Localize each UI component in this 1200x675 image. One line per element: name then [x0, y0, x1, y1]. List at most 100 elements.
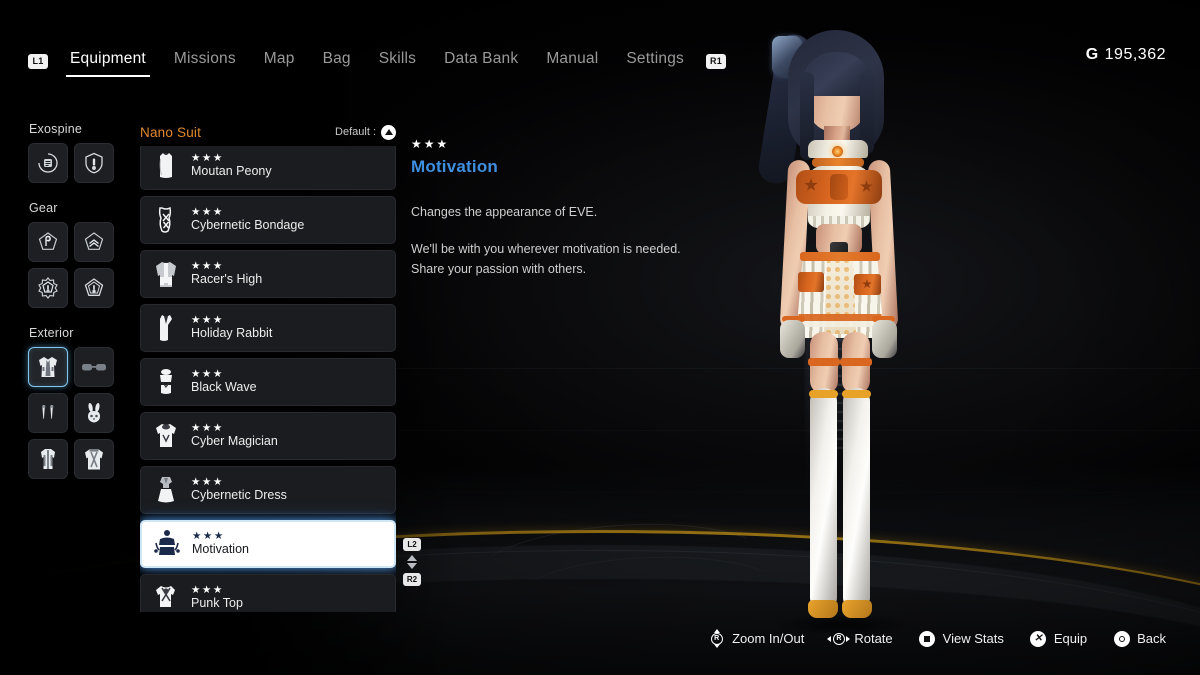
detail-item-title: Motivation — [411, 157, 711, 177]
item-name: Cybernetic Dress — [191, 489, 287, 503]
slot-exterior-jacket[interactable] — [74, 439, 114, 479]
equipment-slot-sidebar: Exospine — [28, 122, 132, 497]
list-item-info: ★★★ Motivation — [192, 531, 249, 556]
tab-equipment[interactable]: Equipment — [56, 46, 160, 77]
hint-equip[interactable]: ✕ Equip — [1030, 630, 1087, 647]
gear-pentagon-badge-icon — [82, 276, 106, 300]
bumper-l1-icon[interactable]: L1 — [28, 54, 48, 69]
item-name: Holiday Rabbit — [191, 327, 272, 341]
list-item-selected[interactable]: ★★★ Motivation — [140, 520, 396, 568]
item-name: Punk Top — [191, 597, 243, 611]
stocking-band-right — [842, 390, 871, 398]
currency-amount: 195,362 — [1105, 46, 1166, 63]
trigger-l2-icon[interactable]: L2 — [403, 538, 421, 551]
tank-top-icon — [149, 147, 183, 185]
stocking-left — [810, 388, 837, 606]
exterior-jacket-icon — [82, 446, 106, 472]
glove-left — [780, 320, 805, 358]
detail-rarity-stars: ★★★ — [411, 138, 711, 150]
exterior-bunny-mask-icon — [82, 401, 106, 425]
racing-jacket-icon — [149, 255, 183, 293]
list-item[interactable]: ★★★ Cybernetic Dress — [140, 466, 396, 514]
square-button-icon — [919, 630, 936, 647]
item-rarity-stars: ★★★ — [191, 369, 257, 380]
slot-gear-beta[interactable] — [28, 222, 68, 262]
arrow-up-icon — [407, 555, 417, 561]
dress-icon — [149, 471, 183, 509]
slot-exterior-coat[interactable] — [28, 439, 68, 479]
hint-label: Back — [1137, 631, 1166, 646]
exterior-earrings-icon — [36, 401, 60, 425]
list-item[interactable]: ★★★ Holiday Rabbit — [140, 304, 396, 352]
trigger-r2-icon[interactable]: R2 — [403, 573, 421, 586]
circle-button-icon — [1113, 630, 1130, 647]
tab-map[interactable]: Map — [250, 46, 309, 77]
list-item[interactable]: ★★★ Moutan Peony — [140, 146, 396, 190]
stocking-right — [843, 388, 870, 606]
slot-exterior-nanosuit[interactable] — [28, 347, 68, 387]
exterior-coat-icon — [36, 446, 60, 472]
item-name: Cyber Magician — [191, 435, 278, 449]
item-name: Racer's High — [191, 273, 262, 287]
triangle-button-icon[interactable] — [381, 125, 396, 140]
hint-back[interactable]: Back — [1113, 630, 1166, 647]
sidebar-group-title-exospine: Exospine — [29, 122, 132, 136]
gear-burst-badge-icon — [36, 276, 60, 300]
list-item[interactable]: ★★★ Cybernetic Bondage — [140, 196, 396, 244]
hint-label: Zoom In/Out — [732, 631, 804, 646]
sidebar-group-title-exterior: Exterior — [29, 326, 132, 340]
list-item[interactable]: ★★★ Cyber Magician — [140, 412, 396, 460]
list-item[interactable]: ★★★ Punk Top — [140, 574, 396, 612]
bunny-suit-icon — [149, 309, 183, 347]
list-item[interactable]: ★★★ Black Wave — [140, 358, 396, 406]
top-navigation-bar: L1 Equipment Missions Map Bag Skills Dat… — [0, 40, 1200, 82]
list-item-info: ★★★ Punk Top — [191, 585, 243, 610]
list-item-info: ★★★ Moutan Peony — [191, 153, 272, 178]
item-rarity-stars: ★★★ — [191, 477, 287, 488]
slot-gear-burst[interactable] — [28, 268, 68, 308]
bow-knot — [830, 174, 848, 200]
tab-missions[interactable]: Missions — [160, 46, 250, 77]
slot-exterior-earrings[interactable] — [28, 393, 68, 433]
tab-settings[interactable]: Settings — [612, 46, 698, 77]
slot-exospine-shield[interactable] — [74, 143, 114, 183]
cross-button-icon: ✕ — [1030, 630, 1047, 647]
item-rarity-stars: ★★★ — [191, 207, 304, 218]
gold-symbol-icon: G — [1086, 46, 1099, 63]
hint-view-stats[interactable]: View Stats — [919, 630, 1004, 647]
list-item-info: ★★★ Cybernetic Bondage — [191, 207, 304, 232]
detail-description-flavor-1: We'll be with you wherever motivation is… — [411, 240, 711, 259]
bumper-r1-icon[interactable]: R1 — [706, 54, 726, 69]
item-name: Cybernetic Bondage — [191, 219, 304, 233]
item-rarity-stars: ★★★ — [191, 315, 272, 326]
hint-zoom[interactable]: R Zoom In/Out — [708, 630, 804, 647]
swimsuit-icon — [149, 363, 183, 401]
punk-top-icon — [149, 579, 183, 612]
list-item-info: ★★★ Racer's High — [191, 261, 262, 286]
slot-exterior-glasses[interactable] — [74, 347, 114, 387]
hint-label: Rotate — [854, 631, 892, 646]
slot-exterior-bunny-mask[interactable] — [74, 393, 114, 433]
skirt-pocket-left — [798, 272, 824, 292]
slot-gear-chevron[interactable] — [74, 222, 114, 262]
tab-data-bank[interactable]: Data Bank — [430, 46, 532, 77]
default-control[interactable]: Default : — [335, 125, 396, 140]
item-rarity-stars: ★★★ — [191, 585, 243, 596]
glove-right — [872, 320, 897, 358]
tab-manual[interactable]: Manual — [532, 46, 612, 77]
item-list-scroll-area[interactable]: ★★★ Moutan Peony ★★★ Cybernetic Bondage — [140, 146, 396, 612]
slot-exospine-core[interactable] — [28, 143, 68, 183]
list-item[interactable]: ★★★ Racer's High — [140, 250, 396, 298]
tab-skills[interactable]: Skills — [365, 46, 430, 77]
character-model-eve[interactable] — [712, 28, 962, 658]
hint-rotate[interactable]: R Rotate — [830, 630, 892, 647]
sidebar-group-gear — [28, 222, 132, 308]
tab-bag[interactable]: Bag — [309, 46, 365, 77]
slot-gear-pentagon[interactable] — [74, 268, 114, 308]
sidebar-group-title-gear: Gear — [29, 201, 132, 215]
list-item-info: ★★★ Cyber Magician — [191, 423, 278, 448]
sidebar-group-exospine — [28, 143, 132, 183]
exospine-shield-icon — [82, 151, 106, 175]
garter-left — [808, 358, 840, 366]
magician-coat-icon — [149, 417, 183, 455]
